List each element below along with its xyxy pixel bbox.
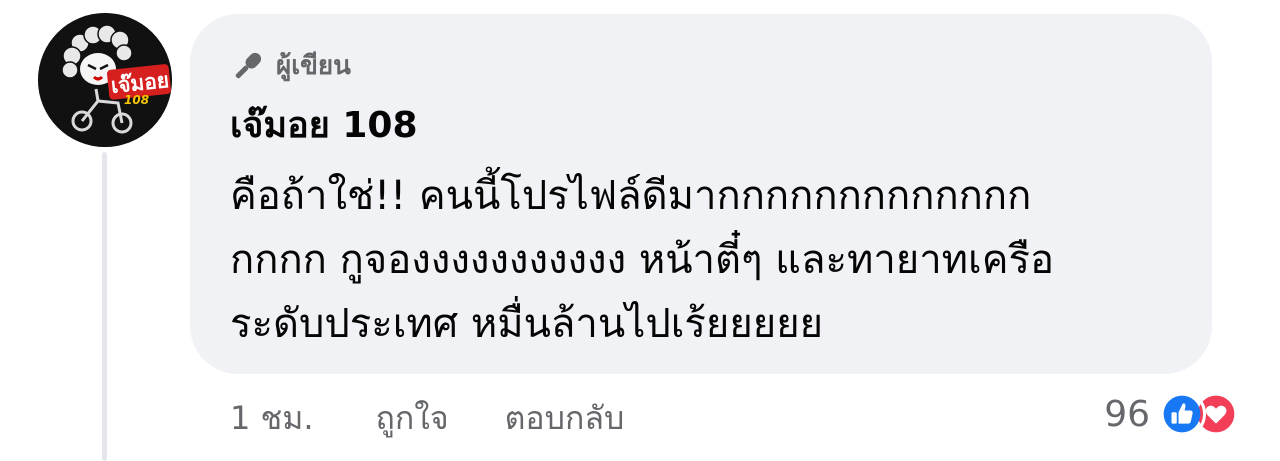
comment-text-line: กกกก กูจองงงงงงงงงงง หน้าตี๋ๆ และทายาทเค… xyxy=(230,237,1054,283)
comment-timestamp[interactable]: 1 ชม. xyxy=(230,393,314,444)
reaction-count: 96 xyxy=(1104,393,1150,435)
author-badge: ผู้เขียน xyxy=(230,46,351,86)
comment-text-line: คือถ้าใช่!! คนนี้โปรไฟล์ดีมากกกกกกกกกกกก… xyxy=(230,173,1032,219)
like-icon xyxy=(1158,390,1206,438)
like-button[interactable]: ถูกใจ xyxy=(376,393,449,444)
comment-author-name[interactable]: เจ๊มอย 108 xyxy=(230,102,418,150)
comment-bubble: ผู้เขียน เจ๊มอย 108 คือถ้าใช่!! คนนี้โปร… xyxy=(190,14,1212,374)
avatar-number: 108 xyxy=(124,93,150,107)
comment-text: คือถ้าใช่!! คนนี้โปรไฟล์ดีมากกกกกกกกกกกก… xyxy=(230,164,1190,356)
reply-button[interactable]: ตอบกลับ xyxy=(505,393,625,444)
reply-thread-line xyxy=(102,152,107,461)
reaction-summary[interactable]: 96 xyxy=(1104,388,1240,440)
author-avatar[interactable]: เจ๊มอย 108 xyxy=(38,13,172,147)
comment-actions: 1 ชม. ถูกใจ ตอบกลับ xyxy=(230,396,624,440)
microphone-icon xyxy=(235,52,262,79)
comment-text-line: ระดับประเทศ หมื่นล้านไปเร้ยยยยย xyxy=(230,301,824,347)
author-badge-label: ผู้เขียน xyxy=(276,51,351,81)
